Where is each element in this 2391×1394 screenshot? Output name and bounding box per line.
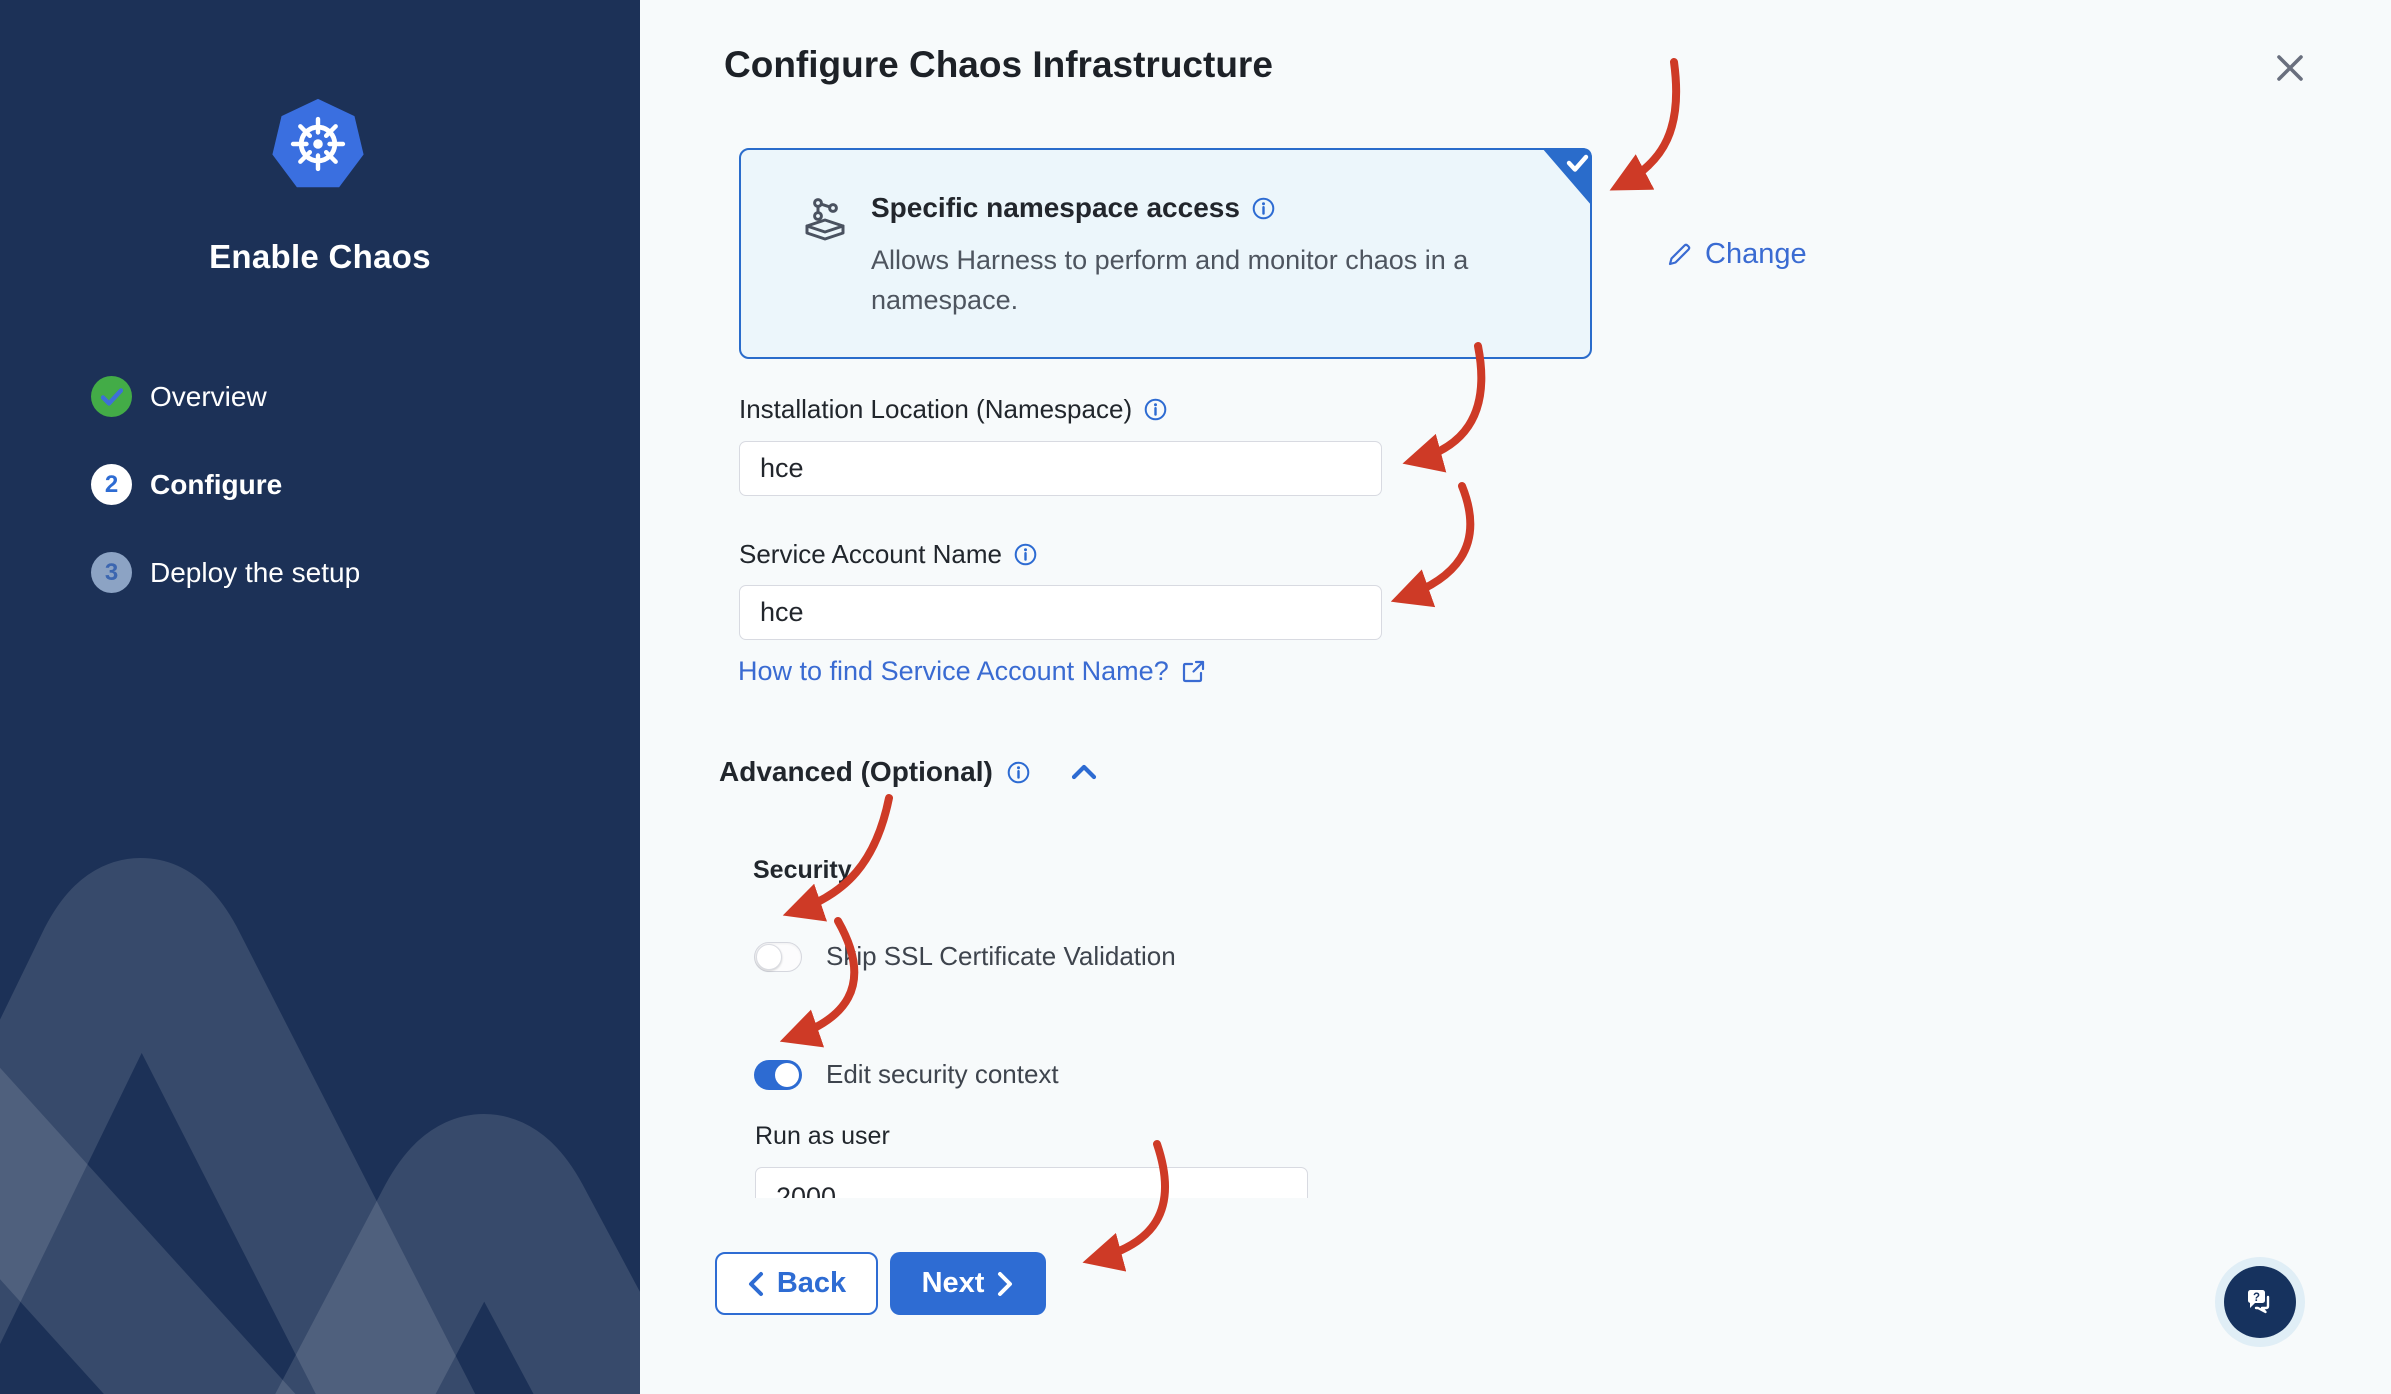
dialog-body: Configure Chaos Infrastructure Specific … [640,0,2391,1394]
pencil-icon [1668,243,1691,266]
wizard-title: Enable Chaos [209,238,431,275]
step-label: Deploy the setup [150,556,361,588]
change-link[interactable]: Change [1666,238,1807,271]
step-label: Configure [150,468,283,500]
configure-chaos-infrastructure-screen: Enable Chaos Overview 2 Configure 3 Depl… [0,0,2391,1394]
run-as-user-input-clipped [755,1167,1308,1198]
edit-security-context-toggle[interactable] [754,1059,802,1090]
step-number-badge: 3 [91,552,132,593]
svg-text:?: ? [2253,1292,2260,1304]
wizard-sidebar: Enable Chaos Overview 2 Configure 3 Depl… [0,0,640,1394]
namespace-deploy-icon [805,198,845,241]
kubernetes-logo-icon [272,98,364,188]
help-link-label: How to find Service Account Name? [738,656,1169,686]
step-overview[interactable]: Overview [91,376,360,417]
skip-ssl-toggle-label: Skip SSL Certificate Validation [826,941,1176,971]
next-button-label: Next [921,1267,985,1299]
wizard-steps: Overview 2 Configure 3 Deploy the setup [91,376,360,640]
info-icon[interactable] [1014,543,1037,566]
next-button[interactable]: Next [890,1252,1046,1315]
help-chat-button[interactable]: ? [2224,1266,2296,1338]
chevron-up-icon [1071,764,1096,780]
info-icon[interactable] [1252,197,1275,220]
security-group-label: Security [753,856,852,884]
namespace-input[interactable] [739,441,1382,496]
collapse-advanced-button[interactable] [1066,757,1102,787]
step-complete-check-icon [91,376,132,417]
advanced-section-title: Advanced (Optional) [719,756,993,787]
external-link-icon [1182,660,1204,683]
change-link-label: Change [1705,238,1807,270]
back-button[interactable]: Back [715,1252,878,1315]
service-account-input[interactable] [739,585,1382,640]
run-as-user-input[interactable] [755,1167,1308,1198]
info-icon[interactable] [1144,398,1167,421]
service-account-field-label: Service Account Name [739,539,1003,569]
selected-check-fold-icon [1542,148,1592,206]
run-as-user-label: Run as user [755,1122,890,1150]
step-label: Overview [150,380,267,412]
edit-security-context-toggle-label: Edit security context [826,1059,1059,1089]
back-button-label: Back [776,1267,847,1299]
namespace-access-option-card[interactable]: Specific namespace access Allows Harness… [739,148,1592,359]
step-configure[interactable]: 2 Configure [91,464,360,505]
step-deploy-the-setup[interactable]: 3 Deploy the setup [91,552,360,593]
harness-watermark-logo [0,858,640,1394]
chevron-left-icon [748,1271,763,1296]
dialog-title: Configure Chaos Infrastructure [724,44,1273,85]
step-number-badge: 2 [91,464,132,505]
service-account-help-link[interactable]: How to find Service Account Name? [738,656,1206,687]
access-card-title: Specific namespace access [871,192,1240,223]
info-icon[interactable] [1007,761,1030,784]
close-icon[interactable] [2266,44,2314,92]
help-chat-icon: ? [2248,1290,2270,1314]
access-card-description: Allows Harness to perform and monitor ch… [871,245,1469,315]
namespace-field-label: Installation Location (Namespace) [739,394,1133,424]
skip-ssl-toggle[interactable] [754,941,802,972]
chevron-right-icon [998,1271,1013,1296]
